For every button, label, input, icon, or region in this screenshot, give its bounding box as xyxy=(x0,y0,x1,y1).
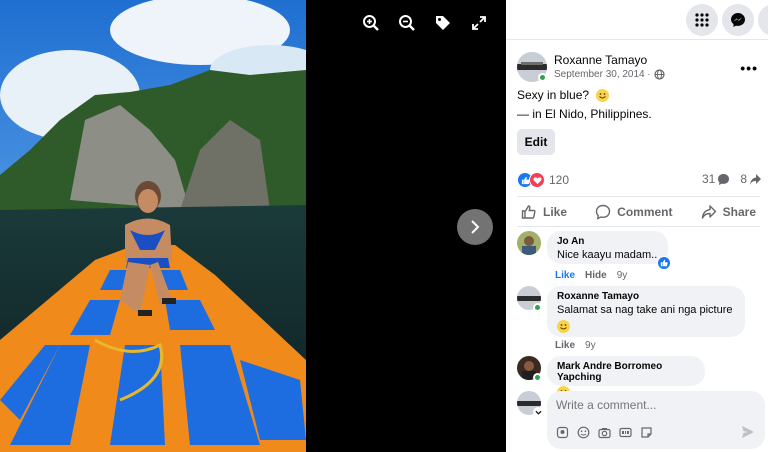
fullscreen-icon[interactable] xyxy=(468,12,490,34)
comment-icon xyxy=(595,204,611,220)
share-button[interactable]: Share xyxy=(697,204,760,220)
post-header: Roxanne Tamayo September 30, 2014 · ••• xyxy=(517,52,768,84)
chevron-right-icon xyxy=(471,220,480,234)
reaction-count[interactable]: 120 xyxy=(549,173,569,187)
zoom-out-icon[interactable] xyxy=(396,12,418,34)
commenter-avatar[interactable] xyxy=(517,231,541,255)
comment-text: Salamat sa nag take ani nga picture xyxy=(557,304,733,316)
comment-bubble: Mark Andre Borromeo Yapching xyxy=(547,356,705,400)
send-icon[interactable] xyxy=(741,425,755,444)
commenter-name[interactable]: Roxanne Tamayo xyxy=(557,291,735,302)
comment-button[interactable]: Comment xyxy=(591,204,676,220)
location-link[interactable]: El Nido, Philippines. xyxy=(545,107,652,121)
online-indicator xyxy=(533,373,542,382)
post-caption: Sexy in blue? xyxy=(517,88,610,103)
comment-label: Comment xyxy=(617,204,673,219)
share-icon xyxy=(701,204,716,219)
menu-grid-icon[interactable] xyxy=(686,4,718,36)
comment-footer: Like Hide 9y xyxy=(555,270,627,281)
comment-count-value: 31 xyxy=(701,172,716,186)
post-date[interactable]: September 30, 2014 · xyxy=(554,69,651,80)
location-prefix: — in xyxy=(517,107,542,121)
thumbs-up-icon xyxy=(521,204,536,219)
comment-item: Mark Andre Borromeo Yapching xyxy=(517,356,705,400)
comment-bubble: Jo An Nice kaayu madam.. xyxy=(547,231,671,270)
post-meta: September 30, 2014 · xyxy=(554,69,665,80)
actions-divider xyxy=(517,226,760,227)
comment-age[interactable]: 9y xyxy=(617,270,628,281)
globe-icon[interactable] xyxy=(654,69,665,80)
comment-count[interactable]: 31 xyxy=(702,172,730,186)
comment-hide-link[interactable]: Hide xyxy=(585,270,607,281)
photo-viewer xyxy=(0,0,506,452)
post-actions: Like Comment Share xyxy=(517,196,760,226)
like-reaction-icon[interactable] xyxy=(657,256,671,270)
comment-footer: Like 9y xyxy=(555,340,596,351)
share-arrow-icon xyxy=(750,173,761,185)
online-indicator xyxy=(533,303,542,312)
reaction-summary[interactable]: 120 xyxy=(517,172,569,188)
comment-composer xyxy=(517,391,768,449)
emoji-icon[interactable] xyxy=(576,425,590,439)
comment-text: Nice kaayu madam.. xyxy=(557,249,658,261)
composer-tools xyxy=(555,425,653,439)
chevron-down-icon[interactable] xyxy=(533,407,543,417)
engagement-counts: 31 8 xyxy=(702,172,762,186)
sticker-icon[interactable] xyxy=(639,425,653,439)
comment-box xyxy=(547,391,765,449)
share-count[interactable]: 8 xyxy=(740,172,762,186)
commenter-name[interactable]: Mark Andre Borromeo Yapching xyxy=(557,361,695,383)
tag-icon[interactable] xyxy=(432,12,454,34)
share-label: Share xyxy=(722,204,756,219)
post-photo[interactable] xyxy=(0,0,306,452)
camera-icon[interactable] xyxy=(597,425,611,439)
comment-bubble: Roxanne Tamayo Salamat sa nag take ani n… xyxy=(547,286,745,337)
commenter-name[interactable]: Jo An xyxy=(557,236,658,247)
comment-item: Roxanne Tamayo Salamat sa nag take ani n… xyxy=(517,286,745,337)
share-count-value: 8 xyxy=(740,172,747,186)
post-panel: Roxanne Tamayo September 30, 2014 · ••• … xyxy=(506,0,768,452)
comment-input[interactable] xyxy=(556,398,746,412)
account-icon[interactable] xyxy=(758,4,768,36)
avatar-sticker-icon[interactable] xyxy=(555,425,569,439)
viewer-toolbar xyxy=(360,12,490,34)
comment-like-link[interactable]: Like xyxy=(555,340,575,351)
messenger-icon[interactable] xyxy=(722,4,754,36)
more-options-icon[interactable]: ••• xyxy=(740,60,758,76)
like-button[interactable]: Like xyxy=(517,204,571,220)
love-reaction-icon xyxy=(529,172,545,188)
next-photo-button[interactable] xyxy=(457,209,493,245)
smile-emoji-icon xyxy=(557,319,570,333)
online-indicator xyxy=(538,73,547,82)
smile-emoji-icon xyxy=(596,89,610,103)
post-location: — in El Nido, Philippines. xyxy=(517,107,652,121)
edit-button[interactable]: Edit xyxy=(517,129,555,155)
top-bar xyxy=(506,0,768,40)
comment-bubble-icon xyxy=(718,173,730,185)
zoom-in-icon[interactable] xyxy=(360,12,382,34)
comment-item: Jo An Nice kaayu madam.. xyxy=(517,231,671,270)
gif-icon[interactable] xyxy=(618,425,632,439)
comment-like-link[interactable]: Like xyxy=(555,270,575,281)
author-name[interactable]: Roxanne Tamayo xyxy=(554,53,647,67)
comment-age[interactable]: 9y xyxy=(585,340,596,351)
like-label: Like xyxy=(543,204,568,219)
caption-text: Sexy in blue? xyxy=(517,88,590,102)
